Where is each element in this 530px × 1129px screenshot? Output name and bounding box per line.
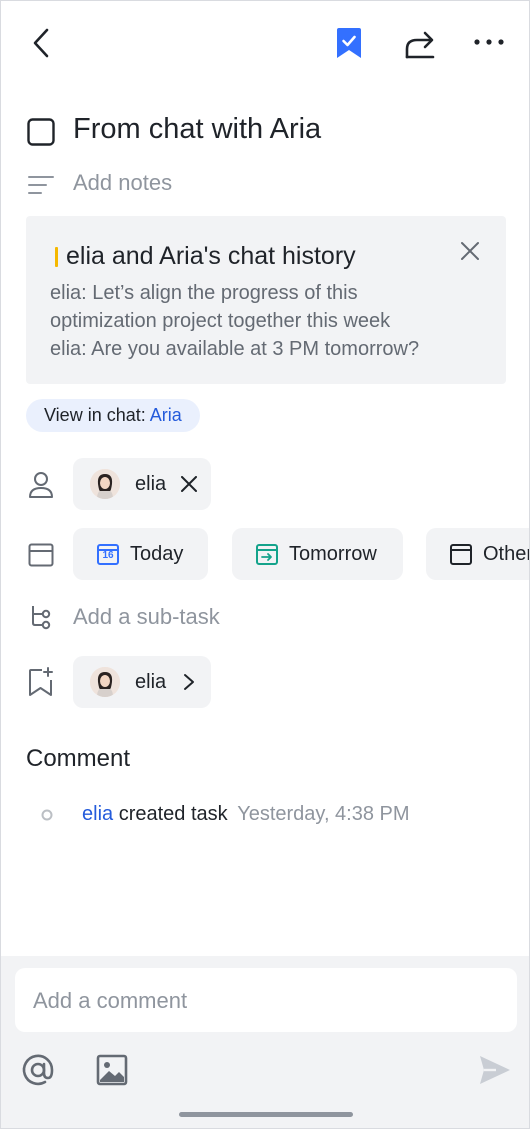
chat-line: elia: Let’s align the progress of this — [50, 282, 358, 304]
bookmark-check-icon[interactable] — [335, 27, 363, 59]
remove-assignee-icon[interactable] — [181, 476, 197, 492]
view-in-chat-label: View in chat: — [44, 405, 150, 425]
calendar-other-icon — [450, 543, 472, 565]
due-today-chip[interactable]: 16 Today — [73, 528, 208, 580]
comment-composer: Add a comment — [1, 956, 529, 1128]
avatar — [90, 667, 120, 697]
follower-name: elia — [135, 671, 167, 693]
card-accent-bar — [55, 247, 58, 267]
comment-heading: Comment — [26, 745, 131, 772]
image-icon[interactable] — [96, 1054, 128, 1086]
task-detail-screen: From chat with Aria Add notes elia and A… — [0, 0, 530, 1129]
add-follower-icon — [28, 667, 54, 697]
calendar-today-icon: 16 — [97, 543, 119, 565]
add-subtask-input[interactable]: Add a sub-task — [73, 604, 220, 630]
calendar-day-number: 16 — [102, 550, 114, 561]
chat-history-title: elia and Aria's chat history — [66, 242, 356, 270]
activity-item: elia created task Yesterday, 4:38 PM — [82, 803, 410, 826]
chat-line: optimization project together this week — [50, 310, 391, 332]
task-complete-checkbox[interactable] — [27, 118, 55, 146]
view-in-chat-link[interactable]: View in chat: Aria — [26, 399, 200, 432]
assignee-icon — [28, 471, 54, 499]
send-icon[interactable] — [478, 1053, 512, 1087]
close-icon[interactable] — [460, 241, 480, 261]
chevron-right-icon — [183, 673, 195, 691]
due-other-label: Other — [483, 543, 530, 565]
due-tomorrow-chip[interactable]: Tomorrow — [232, 528, 403, 580]
due-today-label: Today — [130, 543, 184, 565]
activity-time: Yesterday, 4:38 PM — [237, 803, 410, 825]
assignee-chip[interactable]: elia — [73, 458, 211, 510]
avatar — [90, 469, 120, 499]
subtask-icon — [29, 604, 53, 630]
activity-action: created task — [118, 803, 228, 825]
due-other-chip[interactable]: Other — [426, 528, 530, 580]
due-tomorrow-label: Tomorrow — [289, 543, 377, 565]
task-title[interactable]: From chat with Aria — [73, 113, 321, 146]
back-icon[interactable] — [29, 27, 53, 59]
view-in-chat-name: Aria — [149, 405, 182, 425]
at-icon[interactable] — [21, 1053, 55, 1087]
follower-chip[interactable]: elia — [73, 656, 211, 708]
home-indicator — [179, 1112, 353, 1117]
activity-dot-icon — [41, 809, 53, 821]
notes-icon — [28, 175, 54, 195]
more-icon[interactable] — [473, 35, 505, 49]
due-date-icon — [28, 543, 54, 567]
chat-history-card[interactable]: elia and Aria's chat history elia: Let’s… — [26, 216, 506, 384]
activity-user[interactable]: elia — [82, 803, 113, 825]
share-icon[interactable] — [404, 27, 436, 59]
notes-input[interactable]: Add notes — [73, 170, 172, 196]
comment-placeholder: Add a comment — [33, 988, 188, 1013]
calendar-tomorrow-icon — [256, 543, 278, 565]
assignee-name: elia — [135, 473, 167, 495]
comment-input[interactable]: Add a comment — [15, 968, 517, 1032]
top-bar — [1, 1, 529, 87]
chat-line: elia: Are you available at 3 PM tomorrow… — [50, 338, 420, 360]
